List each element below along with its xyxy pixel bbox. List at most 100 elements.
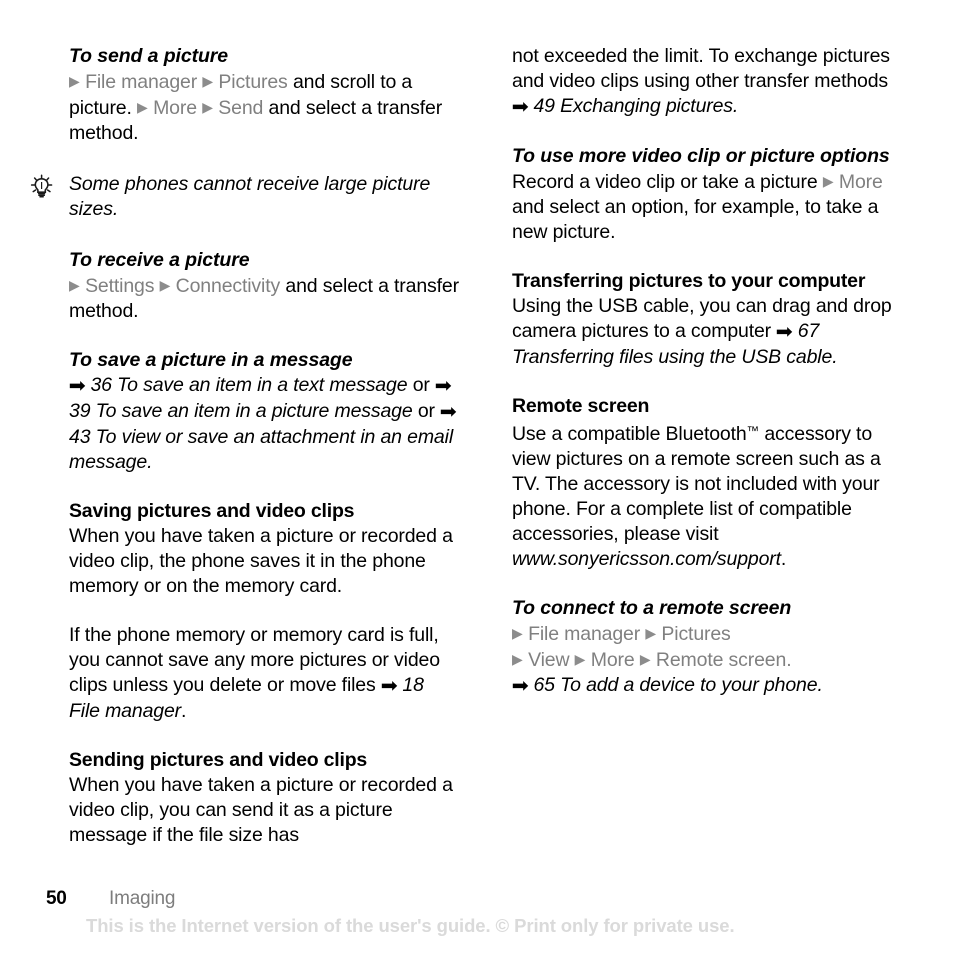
heading-to-send-a-picture: To send a picture — [69, 45, 229, 67]
menu-item-view: View — [528, 649, 570, 671]
instruction-line-1: ▶ File manager ▶ Pictures — [512, 621, 902, 647]
right-column: not exceeded the limit. To exchange pict… — [512, 44, 902, 699]
connect-remote-instructions: ▶ File manager ▶ Pictures ▶ View ▶ More … — [512, 621, 902, 699]
menu-item-more: More — [838, 171, 883, 193]
menu-triangle-icon: ▶ — [202, 99, 213, 115]
more-options-instructions: Record a video clip or take a picture ▶ … — [512, 169, 902, 245]
internet-version-watermark: This is the Internet version of the user… — [86, 915, 735, 936]
menu-item-pictures: Pictures — [661, 623, 731, 645]
menu-triangle-icon: ▶ — [69, 73, 80, 89]
menu-item-file-manager: File manager — [528, 623, 641, 645]
section-saving-pictures-and-video-clips: Saving pictures and video clips When you… — [69, 499, 459, 724]
heading-to-use-more-options: To use more video clip or picture option… — [512, 145, 890, 167]
menu-triangle-icon: ▶ — [159, 277, 171, 293]
section-to-save-a-picture-in-a-message: To save a picture in a message ➡ 36 To s… — [69, 348, 459, 475]
transferring-paragraph: Using the USB cable, you can drag and dr… — [512, 294, 902, 370]
section-to-connect-remote-screen: To connect to a remote screen ▶ File man… — [512, 596, 902, 699]
cross-reference-arrow-icon: ➡ — [380, 675, 398, 697]
cross-reference-title: To add a device to your phone — [560, 674, 818, 696]
section-to-receive-a-picture: To receive a picture ▶ Settings ▶ Connec… — [69, 248, 459, 324]
menu-triangle-icon: ▶ — [822, 173, 834, 189]
section-remote-screen: Remote screen Use a compatible Bluetooth… — [512, 394, 902, 572]
instructions-to-receive-a-picture: ▶ Settings ▶ Connectivity and select a t… — [69, 273, 459, 324]
trademark-symbol: ™ — [746, 424, 760, 438]
cross-reference-arrow-icon: ➡ — [511, 675, 529, 697]
menu-item-file-manager: File manager — [85, 71, 198, 93]
instruction-text: and select — [285, 275, 373, 297]
sentence-period: . — [732, 95, 739, 117]
section-to-use-more-options: To use more video clip or picture option… — [512, 144, 902, 245]
heading-sending-pictures-and-video-clips: Sending pictures and video clips — [69, 749, 368, 771]
heading-transferring-pictures: Transferring pictures to your computer — [512, 270, 866, 292]
section-transferring-pictures: Transferring pictures to your computer U… — [512, 269, 902, 370]
menu-item-pictures: Pictures — [218, 71, 288, 93]
cross-reference-title: Transferring files using the USB cable — [512, 346, 833, 368]
instruction-text: and select — [268, 97, 357, 119]
instruction-text: Record a video clip or take a picture — [512, 171, 818, 193]
tip-note: Some phones cannot receive large picture… — [30, 172, 459, 222]
cross-reference-list: ➡ 36 To save an item in a text message o… — [69, 373, 459, 475]
menu-triangle-icon: ▶ — [512, 625, 523, 641]
chapter-name: Imaging — [109, 888, 176, 909]
paragraph-text: Using the USB cable, you can drag and dr… — [512, 295, 892, 342]
menu-triangle-icon: ▶ — [639, 651, 651, 667]
footer-page-line: 50 Imaging — [46, 888, 926, 912]
cross-reference-title: To save an item in a text message — [117, 374, 408, 396]
paragraph-text: Use a compatible Bluetooth — [512, 423, 747, 445]
section-to-send-a-picture: To send a picture ▶ File manager ▶ Pictu… — [69, 44, 459, 146]
page-number: 50 — [46, 888, 67, 909]
heading-to-connect-remote-screen: To connect to a remote screen — [512, 597, 792, 619]
menu-item-more: More — [590, 649, 635, 671]
cross-reference-arrow-icon: ➡ — [511, 96, 529, 118]
saving-paragraph-1: When you have taken a picture or recorde… — [69, 525, 453, 597]
tip-text: Some phones cannot receive large picture… — [69, 173, 431, 220]
heading-to-receive-a-picture: To receive a picture — [69, 249, 250, 271]
cross-reference-title: To save an item in a picture message — [95, 400, 413, 422]
heading-to-save-a-picture-in-a-message: To save a picture in a message — [69, 349, 353, 371]
menu-item-connectivity: Connectivity — [175, 275, 281, 297]
sending-paragraph: When you have taken a picture or recorde… — [69, 774, 453, 846]
instructions-to-send-a-picture: ▶ File manager ▶ Pictures and scroll to … — [69, 69, 459, 146]
instruction-line-2: ▶ View ▶ More ▶ Remote screen. — [512, 647, 902, 673]
menu-item-more: More — [153, 97, 197, 119]
menu-triangle-icon: ▶ — [69, 277, 80, 293]
menu-item-send: Send — [218, 97, 264, 119]
cross-reference-title: File manager — [69, 700, 182, 722]
sentence-period: . — [817, 674, 823, 696]
cross-reference-arrow-icon: ➡ — [775, 321, 793, 343]
section-sending-pictures-and-video-clips: Sending pictures and video clips When yo… — [69, 748, 459, 848]
manual-page: To send a picture ▶ File manager ▶ Pictu… — [0, 0, 954, 954]
sentence-period: . — [147, 451, 153, 473]
menu-item-remote-screen: Remote screen — [655, 649, 787, 671]
instruction-text: and scroll — [292, 71, 375, 93]
sentence-period: . — [181, 700, 187, 722]
sentence-period: . — [780, 548, 787, 570]
menu-triangle-icon: ▶ — [574, 651, 586, 667]
cross-reference-page: 67 — [797, 320, 820, 342]
cross-reference-page: 18 — [402, 674, 424, 696]
instruction-line-3: ➡ 65 To add a device to your phone. — [512, 673, 902, 699]
cross-reference-arrow-icon: ➡ — [434, 375, 452, 397]
menu-triangle-icon: ▶ — [512, 651, 523, 667]
conjunction-or: or — [412, 374, 430, 396]
menu-triangle-icon: ▶ — [202, 73, 214, 89]
cross-reference-page: 43 — [69, 426, 91, 448]
heading-saving-pictures-and-video-clips: Saving pictures and video clips — [69, 500, 355, 522]
continuation-paragraph: not exceeded the limit. To exchange pict… — [512, 44, 902, 120]
sentence-period: . — [832, 346, 838, 368]
cross-reference-page: 49 — [533, 95, 555, 117]
remote-screen-paragraph: Use a compatible Bluetooth™ accessory to… — [512, 419, 902, 572]
cross-reference-title: Exchanging pictures — [560, 95, 733, 117]
cross-reference-title: To view or save an attachment in an emai… — [69, 426, 453, 473]
cross-reference-arrow-icon: ➡ — [68, 375, 86, 397]
saving-paragraph-2: If the phone memory or memory card is fu… — [69, 623, 459, 724]
conjunction-or: or — [417, 400, 435, 422]
menu-triangle-icon: ▶ — [645, 625, 657, 641]
sentence-period: . — [786, 649, 792, 671]
instruction-text: and select an option, for example, to ta… — [512, 196, 879, 243]
cross-reference-arrow-icon: ➡ — [439, 401, 457, 423]
cross-reference-page: 39 — [69, 400, 91, 422]
page-footer: 50 Imaging This is the Internet version … — [46, 888, 926, 937]
menu-item-settings: Settings — [85, 275, 155, 297]
cross-reference-page: 36 — [90, 374, 112, 396]
